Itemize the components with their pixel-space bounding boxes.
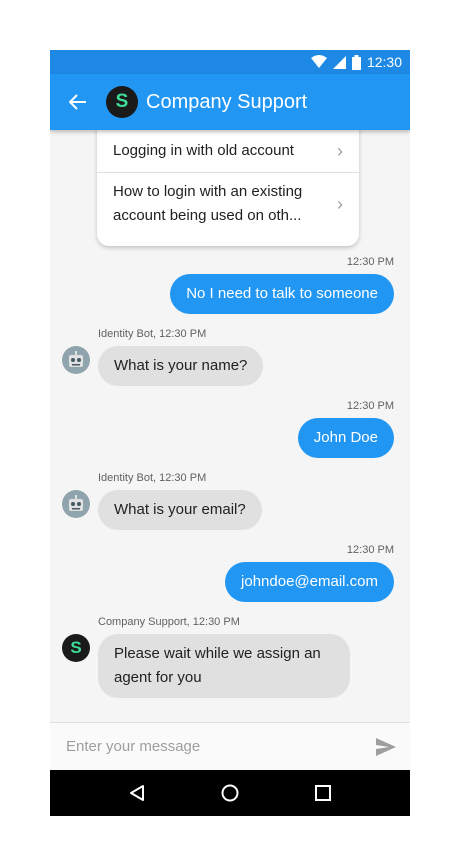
outgoing-message[interactable]: No I need to talk to someone: [170, 274, 394, 314]
app-bar: S Company Support: [50, 74, 410, 130]
nav-recents-button[interactable]: [303, 773, 343, 813]
suggestion-item[interactable]: Logging in with old account ›: [97, 130, 359, 173]
message-timestamp: 12:30 PM: [346, 544, 394, 556]
composer: [50, 722, 410, 771]
company-avatar: S: [62, 634, 90, 662]
back-button[interactable]: [50, 74, 106, 130]
outgoing-message[interactable]: johndoe@email.com: [225, 562, 394, 602]
status-time: 12:30: [366, 54, 402, 70]
page-title: Company Support: [146, 90, 308, 113]
nav-home-icon: [221, 784, 239, 802]
nav-home-button[interactable]: [210, 773, 250, 813]
battery-icon: [351, 54, 361, 70]
back-arrow-icon: [69, 94, 86, 110]
sender-label: Company Support, 12:30 PM: [98, 616, 240, 628]
suggestion-label: Logging in with old account: [113, 142, 294, 159]
robot-icon: [69, 495, 83, 511]
incoming-message[interactable]: What is your name?: [98, 346, 264, 386]
incoming-message[interactable]: What is your email?: [98, 490, 262, 530]
company-avatar[interactable]: S: [106, 86, 138, 118]
message-timestamp: 12:30 PM: [346, 400, 394, 412]
message-input[interactable]: [66, 722, 362, 771]
nav-recents-icon: [315, 785, 332, 801]
system-nav-bar: [50, 770, 410, 816]
bot-avatar: [62, 490, 90, 518]
chevron-right-icon: ›: [337, 141, 343, 161]
nav-back-button[interactable]: [117, 773, 157, 813]
chat-thread[interactable]: Logging in with old account › How to log…: [50, 130, 410, 722]
signal-icon: [332, 55, 346, 69]
suggestion-label: How to login with an existing account be…: [113, 183, 303, 224]
wifi-icon: [310, 55, 327, 68]
status-bar: 12:30: [50, 50, 410, 74]
send-button[interactable]: [362, 723, 410, 771]
outgoing-message[interactable]: John Doe: [297, 418, 394, 458]
suggestion-item[interactable]: How to login with an existing account be…: [97, 173, 359, 235]
chevron-right-icon: ›: [337, 194, 343, 214]
robot-icon: [69, 351, 83, 367]
sender-label: Identity Bot, 12:30 PM: [98, 472, 207, 484]
nav-back-icon: [129, 785, 144, 801]
bot-avatar: [62, 346, 90, 374]
message-timestamp: 12:30 PM: [346, 256, 394, 268]
send-icon: [376, 737, 396, 756]
incoming-message[interactable]: Please wait while we assign an agent for…: [98, 634, 350, 698]
phone-screen: 12:30 S Company Support Logging in with …: [50, 50, 410, 816]
sender-label: Identity Bot, 12:30 PM: [98, 328, 207, 340]
suggestion-card: Logging in with old account › How to log…: [97, 130, 359, 246]
